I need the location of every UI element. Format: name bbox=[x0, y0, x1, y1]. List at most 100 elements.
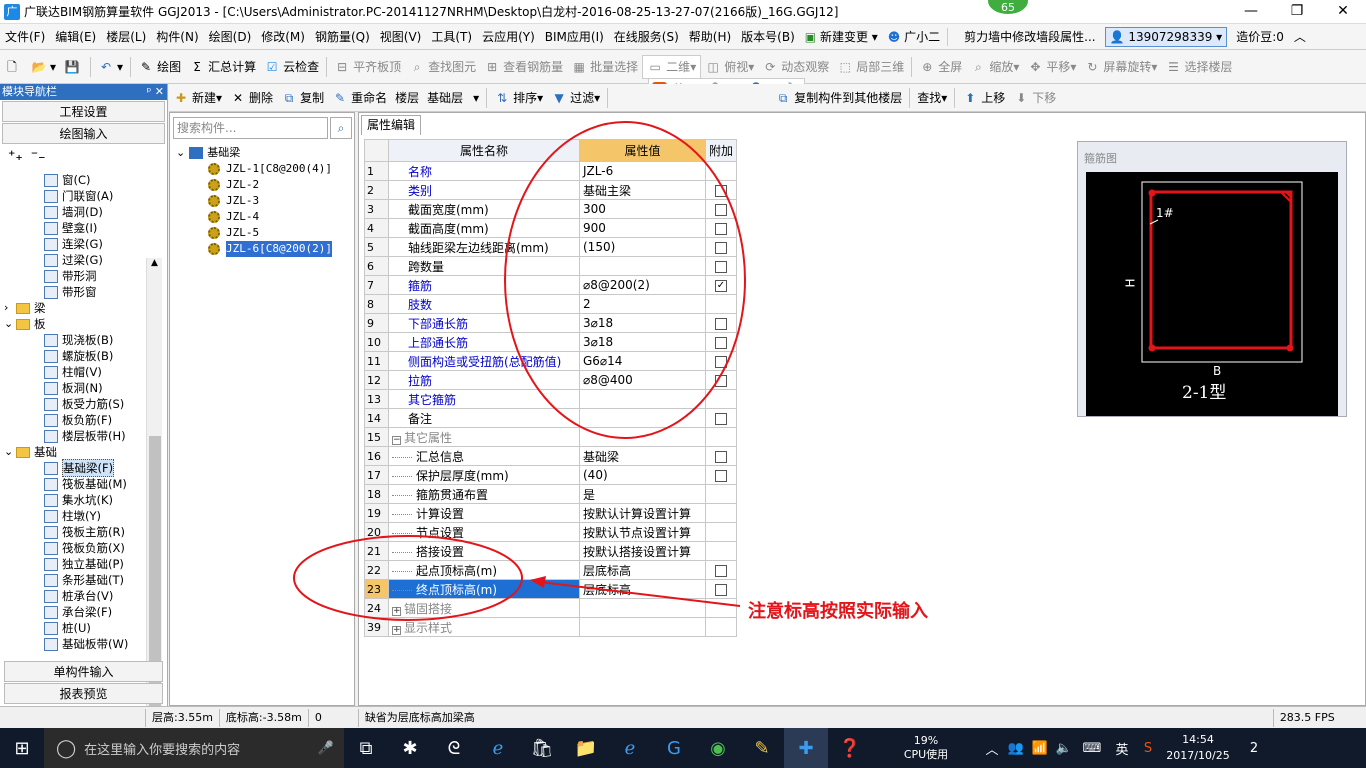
property-value[interactable] bbox=[579, 408, 706, 428]
add-checkbox[interactable] bbox=[715, 184, 727, 197]
component-search-input[interactable]: 搜索构件... bbox=[173, 117, 328, 139]
move-up-button[interactable]: ⬆ 上移 bbox=[958, 86, 1009, 110]
report-preview-button[interactable]: 报表预览 bbox=[4, 683, 163, 704]
property-row[interactable]: 21 搭接设置 按默认搭接设置计算 bbox=[364, 541, 738, 561]
property-row[interactable]: 23 终点顶标高(m) 层底标高 bbox=[364, 579, 738, 599]
property-value[interactable] bbox=[579, 617, 706, 637]
component-item[interactable]: JZL-5 bbox=[176, 225, 352, 241]
assistant-button[interactable]: ☻ 广小二 bbox=[883, 24, 945, 50]
ggj-app-button[interactable]: ✚ bbox=[784, 728, 828, 768]
nav-tree-item[interactable]: 壁龛(I) bbox=[2, 220, 164, 236]
property-row[interactable]: 3 截面宽度(mm) 300 bbox=[364, 199, 738, 219]
search-icon[interactable]: ⌕ bbox=[330, 117, 352, 139]
property-value[interactable]: (40) bbox=[579, 465, 706, 485]
cloud-check-button[interactable]: ☑ 云检查 bbox=[260, 55, 323, 79]
add-checkbox[interactable] bbox=[715, 374, 727, 387]
property-row[interactable]: 39 + 显示样式 bbox=[364, 617, 738, 637]
view-rebar-button[interactable]: ⊞ 查看钢筋量 bbox=[480, 55, 567, 79]
expand-icon[interactable]: + bbox=[392, 625, 401, 635]
maximize-button[interactable]: ❐ bbox=[1274, 0, 1320, 24]
view-2d-dropdown[interactable]: ▭ 二维 ▾ bbox=[642, 54, 702, 79]
sort-button[interactable]: ⇅ 排序 ▾ bbox=[490, 86, 547, 110]
property-row[interactable]: 18 箍筋贯通布置 是 bbox=[364, 484, 738, 504]
expander-icon[interactable]: ⌄ bbox=[4, 316, 13, 332]
user-account-dropdown[interactable]: 👤 13907298339 ▾ bbox=[1104, 26, 1228, 47]
property-row[interactable]: 9 下部通长筋 3⌀18 bbox=[364, 313, 738, 333]
pan-button[interactable]: ✥ 平移 ▾ bbox=[1023, 55, 1080, 79]
nav-tree-item[interactable]: 承台梁(F) bbox=[2, 604, 164, 620]
floor-select[interactable]: 基础层 ▾ bbox=[423, 86, 483, 110]
expand-icon[interactable]: + bbox=[392, 606, 401, 616]
component-root[interactable]: ⌄ 基础梁 bbox=[176, 145, 352, 161]
people-icon[interactable]: 👥 bbox=[1004, 728, 1028, 768]
tab-property-edit[interactable]: 属性编辑 bbox=[361, 115, 421, 135]
zoom-button[interactable]: ⌕ 缩放 ▾ bbox=[966, 55, 1023, 79]
dynamic-view-button[interactable]: ⟳ 动态观察 bbox=[758, 55, 833, 79]
component-item[interactable]: JZL-6[C8@200(2)] bbox=[176, 241, 352, 257]
property-value[interactable]: 900 bbox=[579, 218, 706, 238]
expand-all-icon[interactable]: ⁺₊ bbox=[8, 148, 23, 164]
taskbar-search[interactable]: ◯ 在这里输入你要搜索的内容 🎤 bbox=[44, 728, 344, 768]
property-value[interactable] bbox=[579, 256, 706, 276]
add-checkbox[interactable] bbox=[715, 336, 727, 349]
nav-tree-item[interactable]: 柱墩(Y) bbox=[2, 508, 164, 524]
menu-item[interactable]: 文件(F) bbox=[0, 24, 50, 50]
add-checkbox[interactable] bbox=[715, 203, 727, 216]
collapse-all-icon[interactable]: ⁻₋ bbox=[31, 148, 46, 164]
app-button[interactable]: ◉ bbox=[696, 728, 740, 768]
nav-tree-item[interactable]: 带形洞 bbox=[2, 268, 164, 284]
nav-tree-item[interactable]: 楼层板带(H) bbox=[2, 428, 164, 444]
nav-tree-item[interactable]: 板受力筋(S) bbox=[2, 396, 164, 412]
sogou-tray-icon[interactable]: S bbox=[1136, 728, 1160, 768]
nav-tree-item[interactable]: 门联窗(A) bbox=[2, 188, 164, 204]
ie-button[interactable]: ℯ bbox=[608, 728, 652, 768]
project-settings-button[interactable]: 工程设置 bbox=[2, 101, 165, 122]
nav-tree-folder[interactable]: › 梁 bbox=[2, 300, 164, 316]
nav-tree-item[interactable]: 桩(U) bbox=[2, 620, 164, 636]
menu-item[interactable]: 工具(T) bbox=[426, 24, 477, 50]
new-file-button[interactable]: 🗋 bbox=[0, 55, 27, 79]
property-value[interactable]: JZL-6 bbox=[579, 161, 706, 181]
explorer-button[interactable]: 📁 bbox=[564, 728, 608, 768]
menu-item[interactable]: 版本号(B) bbox=[736, 24, 800, 50]
property-row[interactable]: 15− 其它属性 bbox=[364, 427, 738, 447]
add-checkbox[interactable] bbox=[715, 355, 727, 368]
start-button[interactable]: ⊞ bbox=[0, 728, 44, 768]
property-value[interactable]: 3⌀18 bbox=[579, 313, 706, 333]
mic-icon[interactable]: 🎤 bbox=[318, 741, 334, 756]
flat-top-button[interactable]: ⊟ 平齐板顶 bbox=[330, 55, 405, 79]
menu-item[interactable]: 在线服务(S) bbox=[609, 24, 684, 50]
nav-tree-item[interactable]: 现浇板(B) bbox=[2, 332, 164, 348]
property-value[interactable] bbox=[579, 598, 706, 618]
property-value[interactable]: ⌀8@400 bbox=[579, 370, 706, 390]
nav-tree-item[interactable]: 桩承台(V) bbox=[2, 588, 164, 604]
nav-tree-item[interactable]: 筏板基础(M) bbox=[2, 476, 164, 492]
nav-tree-item[interactable]: 独立基础(P) bbox=[2, 556, 164, 572]
nav-tree-folder[interactable]: ⌄ 板 bbox=[2, 316, 164, 332]
property-row[interactable]: 16 汇总信息 基础梁 bbox=[364, 446, 738, 466]
network-icon[interactable]: 📶 bbox=[1028, 728, 1052, 768]
menu-item[interactable]: 钢筋量(Q) bbox=[310, 24, 375, 50]
nav-tree-item[interactable]: 螺旋板(B) bbox=[2, 348, 164, 364]
store-button[interactable]: 🛍 bbox=[520, 728, 564, 768]
property-value[interactable]: 层底标高 bbox=[579, 560, 706, 580]
property-row[interactable]: 7 箍筋 ⌀8@200(2) ✓ bbox=[364, 275, 738, 295]
nav-tree-folder[interactable]: ⌄ 基础 bbox=[2, 444, 164, 460]
edge-button[interactable]: ℯ bbox=[476, 728, 520, 768]
rename-button[interactable]: ✎ 重命名 bbox=[328, 86, 391, 110]
glodon-button[interactable]: G bbox=[652, 728, 696, 768]
nav-tree-item[interactable]: 筏板主筋(R) bbox=[2, 524, 164, 540]
nav-tree-item[interactable]: 带形窗 bbox=[2, 284, 164, 300]
nav-tree-item[interactable]: 条形基础(T) bbox=[2, 572, 164, 588]
property-row[interactable]: 12 拉筋 ⌀8@400 bbox=[364, 370, 738, 390]
add-checkbox[interactable]: ✓ bbox=[715, 279, 727, 292]
component-item[interactable]: JZL-1[C8@200(4)] bbox=[176, 161, 352, 177]
single-component-input-button[interactable]: 单构件输入 bbox=[4, 661, 163, 682]
nav-tree-item[interactable]: 连梁(G) bbox=[2, 236, 164, 252]
volume-icon[interactable]: 🔈 bbox=[1052, 728, 1076, 768]
ime-indicator[interactable]: 英 bbox=[1108, 728, 1136, 768]
property-row[interactable]: 2 类别 基础主梁 bbox=[364, 180, 738, 200]
notification-center-icon[interactable]: 2 bbox=[1236, 728, 1272, 768]
property-value[interactable]: 2 bbox=[579, 294, 706, 314]
copy-from-floor-button[interactable]: ⧉ 复制构件到其他楼层 bbox=[771, 86, 906, 110]
